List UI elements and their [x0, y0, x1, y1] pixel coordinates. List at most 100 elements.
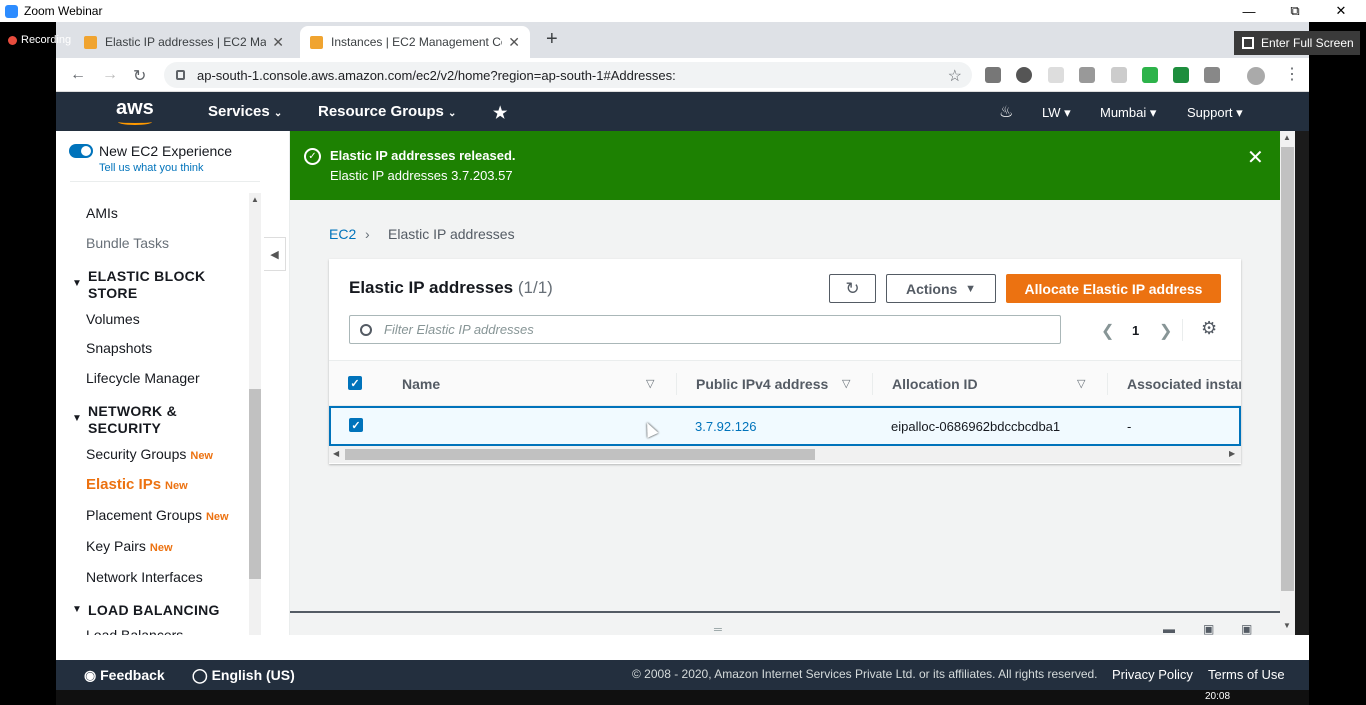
split-bottom-icon[interactable]: ▬	[1163, 622, 1175, 636]
pin-icon[interactable]: ★	[493, 103, 507, 123]
support-menu[interactable]: Support ▾	[1187, 105, 1243, 121]
account-menu[interactable]: LW ▾	[1042, 105, 1071, 121]
sidebar-item-bundle-tasks[interactable]: Bundle Tasks	[86, 235, 169, 251]
restore-window-button[interactable]: ⧉	[1272, 0, 1318, 22]
filter-input[interactable]: Filter Elastic IP addresses	[349, 315, 1061, 344]
sidebar-item-volumes[interactable]: Volumes	[86, 311, 140, 327]
dismiss-flash-icon[interactable]: ✕	[1247, 145, 1264, 170]
tab-elastic-ip[interactable]: Elastic IP addresses | EC2 Manag ✕	[74, 26, 294, 58]
page-scroll-thumb[interactable]	[1281, 147, 1294, 591]
column-separator[interactable]	[1107, 373, 1108, 395]
extension-circle-icon[interactable]	[1016, 67, 1032, 83]
table-row[interactable]: ✓ 3.7.92.126 eipalloc-0686962bdccbcdba1 …	[329, 406, 1241, 446]
row-checkbox[interactable]: ✓	[349, 418, 363, 432]
sidebar-item-key-pairs[interactable]: Key Pairs New	[86, 538, 173, 554]
close-tab-icon[interactable]: ✕	[272, 34, 284, 51]
enter-fullscreen-button[interactable]: Enter Full Screen	[1234, 31, 1360, 55]
page-vertical-scrollbar[interactable]: ▲ ▼	[1280, 131, 1295, 635]
scroll-up-icon[interactable]: ▲	[251, 195, 259, 204]
browser-tab-strip: Elastic IP addresses | EC2 Manag ✕ Insta…	[56, 22, 1309, 58]
reload-icon[interactable]: ↻	[133, 66, 146, 86]
breadcrumb-ec2[interactable]: EC2	[329, 226, 356, 242]
prev-page-icon[interactable]: ❮	[1101, 321, 1114, 341]
sidebar-item-amis[interactable]: AMIs	[86, 205, 118, 221]
extension-pr-icon[interactable]	[1048, 67, 1064, 83]
close-window-button[interactable]: ✕	[1318, 0, 1364, 22]
column-separator[interactable]	[676, 373, 677, 395]
browser-menu-icon[interactable]: ⋮	[1284, 64, 1300, 84]
split-full-icon[interactable]: ▣	[1241, 622, 1252, 636]
minimize-window-button[interactable]: —	[1226, 0, 1272, 22]
resource-groups-menu[interactable]: Resource Groups ⌄	[318, 103, 456, 120]
sidebar-item-security-groups[interactable]: Security Groups New	[86, 446, 213, 462]
select-all-checkbox[interactable]: ✓	[348, 376, 362, 390]
sidebar-scrollbar[interactable]: ▲	[249, 193, 261, 635]
extension-puzzle-icon[interactable]	[1204, 67, 1220, 83]
split-panel-divider[interactable]	[290, 611, 1280, 613]
privacy-policy-link[interactable]: Privacy Policy	[1112, 667, 1193, 682]
page-number[interactable]: 1	[1132, 323, 1139, 338]
bookmark-star-icon[interactable]: ☆	[948, 66, 962, 86]
sort-icon[interactable]: ▽	[646, 377, 654, 390]
sidebar-item-network-interfaces[interactable]: Network Interfaces	[86, 569, 203, 585]
extension-edit-icon[interactable]	[1111, 67, 1127, 83]
table-horizontal-scrollbar[interactable]: ◀ ▶	[329, 446, 1241, 463]
extension-g-icon[interactable]	[985, 67, 1001, 83]
caret-down-icon[interactable]: ▼	[72, 413, 82, 424]
language-selector[interactable]: ◯ English (US)	[192, 667, 295, 684]
column-header-public-ipv4[interactable]: Public IPv4 address	[696, 376, 828, 392]
new-ec2-experience-toggle[interactable]	[69, 144, 93, 158]
sidebar-item-placement-groups[interactable]: Placement Groups New	[86, 507, 229, 523]
collapse-sidebar-button[interactable]: ◀	[264, 237, 286, 271]
extension-s-icon[interactable]	[1173, 67, 1189, 83]
sort-icon[interactable]: ▽	[1077, 377, 1085, 390]
split-side-icon[interactable]: ▣	[1203, 622, 1214, 636]
feedback-link[interactable]: Tell us what you think	[99, 162, 204, 174]
forward-icon[interactable]: →	[102, 66, 118, 84]
scroll-right-icon[interactable]: ▶	[1229, 449, 1235, 458]
region-menu[interactable]: Mumbai ▾	[1100, 105, 1156, 121]
scroll-up-icon[interactable]: ▲	[1283, 133, 1291, 142]
extension-d-icon[interactable]	[1142, 67, 1158, 83]
column-header-allocation-id[interactable]: Allocation ID	[892, 376, 978, 392]
account-label: LW	[1042, 105, 1061, 120]
tab-instances[interactable]: Instances | EC2 Management Co ✕	[300, 26, 530, 58]
horizontal-scroll-thumb[interactable]	[345, 449, 815, 460]
column-separator[interactable]	[872, 373, 873, 395]
sidebar-item-lifecycle-manager[interactable]: Lifecycle Manager	[86, 370, 200, 386]
services-menu[interactable]: Services ⌄	[208, 103, 282, 120]
back-icon[interactable]: ←	[70, 66, 86, 84]
new-tab-icon[interactable]: +	[546, 28, 558, 51]
close-tab-icon[interactable]: ✕	[508, 34, 520, 51]
section-elastic-block-store[interactable]: ELASTIC BLOCK STORE	[88, 268, 205, 302]
caret-down-icon[interactable]: ▼	[72, 604, 82, 615]
cell-public-ip-link[interactable]: 3.7.92.126	[695, 419, 756, 434]
actions-button[interactable]: Actions ▼	[886, 274, 996, 303]
address-bar[interactable]: ap-south-1.console.aws.amazon.com/ec2/v2…	[164, 62, 972, 88]
allocate-elastic-ip-button[interactable]: Allocate Elastic IP address	[1006, 274, 1221, 303]
sidebar-scroll-thumb[interactable]	[249, 389, 261, 579]
sort-icon[interactable]: ▽	[842, 377, 850, 390]
section-network-security[interactable]: NETWORK & SECURITY	[88, 403, 177, 437]
sidebar-item-elastic-ips[interactable]: Elastic IPs New	[86, 476, 188, 493]
caret-down-icon[interactable]: ▼	[72, 278, 82, 289]
bell-icon[interactable]: ♨	[999, 102, 1013, 122]
settings-gear-icon[interactable]: ⚙	[1201, 318, 1217, 339]
terms-of-use-link[interactable]: Terms of Use	[1208, 667, 1285, 682]
scroll-left-icon[interactable]: ◀	[333, 449, 339, 458]
aws-logo[interactable]: aws	[116, 97, 154, 125]
section-load-balancing[interactable]: LOAD BALANCING	[88, 602, 220, 619]
profile-avatar-icon[interactable]	[1247, 67, 1265, 85]
column-header-name[interactable]: Name	[402, 376, 440, 392]
next-page-icon[interactable]: ❯	[1159, 321, 1172, 341]
sidebar-item-load-balancers[interactable]: Load Balancers	[86, 627, 183, 635]
extension-b-icon[interactable]	[1079, 67, 1095, 83]
feedback-label: Feedback	[100, 667, 165, 683]
refresh-button[interactable]: ↻	[829, 274, 876, 303]
sidebar-item-snapshots[interactable]: Snapshots	[86, 340, 152, 356]
column-header-associated-instance[interactable]: Associated instan	[1127, 376, 1241, 392]
windows-taskbar: 20:08	[56, 690, 1309, 705]
cell-associated-instance: -	[1127, 419, 1132, 434]
scroll-down-icon[interactable]: ▼	[1283, 621, 1291, 630]
feedback-button[interactable]: ◉ Feedback	[84, 667, 165, 684]
